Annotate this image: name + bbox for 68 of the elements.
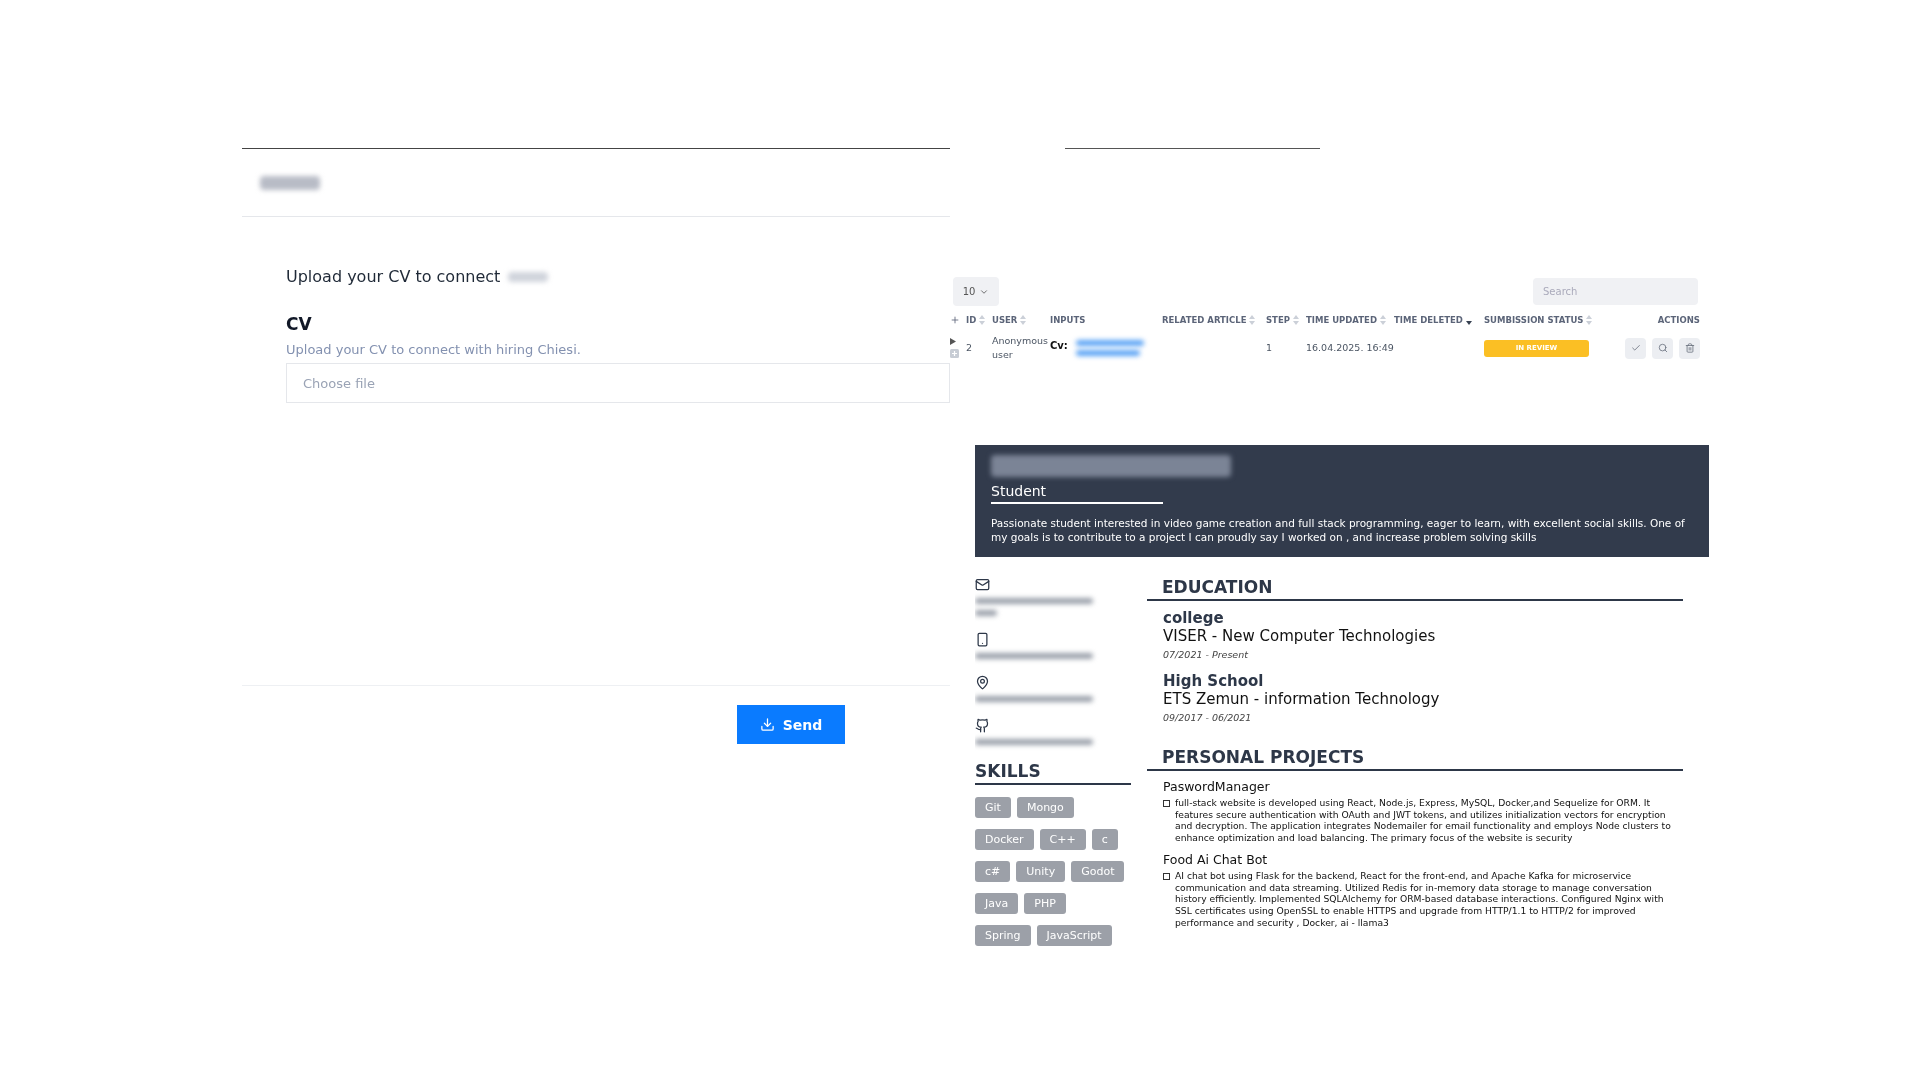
column-header: TIME UPDATED [1306, 315, 1377, 325]
download-icon [759, 717, 775, 732]
trash-icon [1684, 343, 1695, 354]
project-description: AI chat bot using Flask for the backend, React for the front-end, and Apache Kafka for microservice communication and data streaming. Utilized Redis for in-memory data storage to manage conversation history efficiently. Implemented SQLAlchemy for ORM-based database interactions. Configured Nginx with SSL certificates using OpenSSL to enable HTTPS and upgrade from HTTP/1.1 to HTTP/2 for improved performance and security , Docker, ai - llama3 [1175, 869, 1665, 929]
column-header: ACTIONS [1657, 315, 1700, 325]
expand-caret-icon[interactable] [950, 338, 956, 346]
education-dates: 09/2017 - 06/2021 [1163, 711, 1253, 723]
search-icon [1657, 343, 1668, 354]
project-name: Food Ai Chat Bot [1163, 851, 1269, 867]
approve-button[interactable] [1625, 337, 1646, 359]
column-header: ID [966, 315, 977, 325]
skill-tag: Git [975, 796, 1011, 818]
education-level: college [1163, 608, 1225, 627]
page-size-select[interactable]: 10 [953, 277, 999, 306]
section-heading: SKILLS [975, 760, 1131, 785]
section-heading: EDUCATION [1147, 576, 1683, 601]
project-description: full-stack website is developed using React, Node.js, Express, MySQL, Docker,and Sequelize for ORM. It features secure authentication with OAuth and JWT tokens, and utilizes initialization vectors for encryption and decryption. The application integrates Nodemailer for email functionality and employs Node clusters to enhance optimization and load balancing. The primary focus of the website is security [1175, 796, 1672, 844]
pin-icon [975, 674, 990, 690]
skill-tag: c [1091, 828, 1118, 850]
skill-tag: Docker [975, 828, 1034, 850]
column-header: USER [992, 315, 1018, 325]
resume-title: Student [991, 482, 1163, 504]
table-cell-text: 1 [1266, 341, 1274, 356]
check-icon [1630, 343, 1641, 354]
school-name: VISER - New Computer Technologies [1163, 626, 1437, 645]
skill-tag: Spring [975, 924, 1031, 946]
blurred-text [975, 609, 997, 616]
blurred-link[interactable] [1075, 340, 1144, 347]
section-heading: PERSONAL PROJECTS [1147, 746, 1683, 771]
file-input-field[interactable]: Choose file [286, 363, 950, 403]
column-header: TIME DELETED [1394, 315, 1463, 325]
blurred-link[interactable] [1075, 350, 1140, 357]
github-icon [975, 717, 990, 733]
input-label: Cv: [1050, 340, 1068, 352]
field-hint: Upload your CV to connect with hiring Chiesi. [286, 342, 582, 357]
skill-tag: Java [975, 892, 1019, 914]
skill-tag: Godot [1071, 860, 1125, 882]
column-header: STEP [1266, 315, 1290, 325]
upload-intro: Upload your CV to connect [286, 267, 501, 286]
table-cell: 16.04.2025. 16:49 [1306, 341, 1394, 356]
column-header: SUMBISSION STATUS [1484, 315, 1584, 325]
education-level: High School [1163, 671, 1265, 690]
school-name: ETS Zemun - information Technology [1163, 689, 1441, 708]
search-button[interactable] [1652, 337, 1673, 359]
skill-tag: PHP [1024, 892, 1066, 914]
skill-tag: JavaScript [1036, 924, 1112, 946]
delete-button[interactable] [1679, 337, 1700, 359]
education-dates: 07/2021 - Present [1163, 648, 1249, 660]
blurred-text [260, 175, 320, 190]
plus-icon[interactable] [950, 315, 960, 325]
phone-icon [975, 631, 990, 647]
table-cell-text: Anonymous user [992, 334, 1049, 363]
search-field[interactable]: Search [1533, 278, 1698, 305]
skill-tag: Mongo [1016, 796, 1074, 818]
skill-tag: Unity [1016, 860, 1066, 882]
field-label: CV [286, 314, 313, 334]
bullet-icon [1163, 799, 1170, 807]
column-header: RELATED ARTICLE [1162, 315, 1247, 325]
blurred-text [508, 271, 549, 282]
project-name: PaswordManager [1163, 778, 1271, 794]
skill-tag: c# [975, 860, 1011, 882]
column-header: INPUTS [1050, 315, 1086, 325]
bullet-icon [1163, 872, 1170, 880]
send-button[interactable]: Send [737, 705, 845, 744]
skill-tag: C++ [1039, 828, 1086, 850]
mail-icon [975, 576, 990, 592]
resume-summary: Passionate student interested in video game creation and full stack programming, eager to learn, with excellent social skills. One of my goals is to contribute to a project I can proudly say I worked on , and increase problem solving skills [991, 515, 1686, 545]
table-cell-text: 2 [966, 341, 974, 356]
